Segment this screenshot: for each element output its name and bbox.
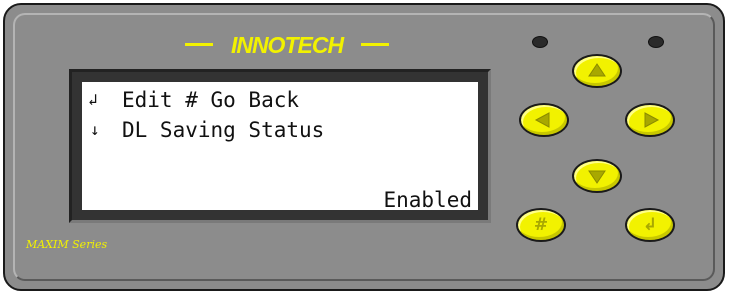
lcd-row-4-text: Enabled [383,188,472,212]
down-arrow-icon [588,170,606,184]
hash-label: # [533,215,549,235]
lcd-row-1-text: Edit # Go Back [122,88,300,112]
brand-logo: INNOTECH [185,30,405,60]
enter-arrow-icon: ↲ [88,90,98,109]
up-arrow-icon [588,63,606,77]
lcd-bezel: ↲ Edit # Go Back ↓ DL Saving Status Enab… [69,69,491,223]
down-arrow-icon: ↓ [90,120,100,139]
series-label: MAXIM Series [26,238,108,251]
up-button[interactable] [572,54,622,88]
hash-button[interactable]: # [516,208,566,242]
enter-icon: ↲ [642,215,658,235]
down-button[interactable] [572,159,622,193]
left-arrow-icon [534,112,550,128]
brand-line-right [361,43,389,46]
right-button[interactable] [625,103,675,137]
right-arrow-icon [644,112,660,128]
brand-name: INNOTECH [230,32,344,58]
lcd-row-2-text: DL Saving Status [122,118,325,142]
indicator-led-left [532,36,548,48]
indicator-led-right [648,36,664,48]
lcd-screen: ↲ Edit # Go Back ↓ DL Saving Status Enab… [82,82,478,212]
enter-button[interactable]: ↲ [625,208,675,242]
left-button[interactable] [519,103,569,137]
